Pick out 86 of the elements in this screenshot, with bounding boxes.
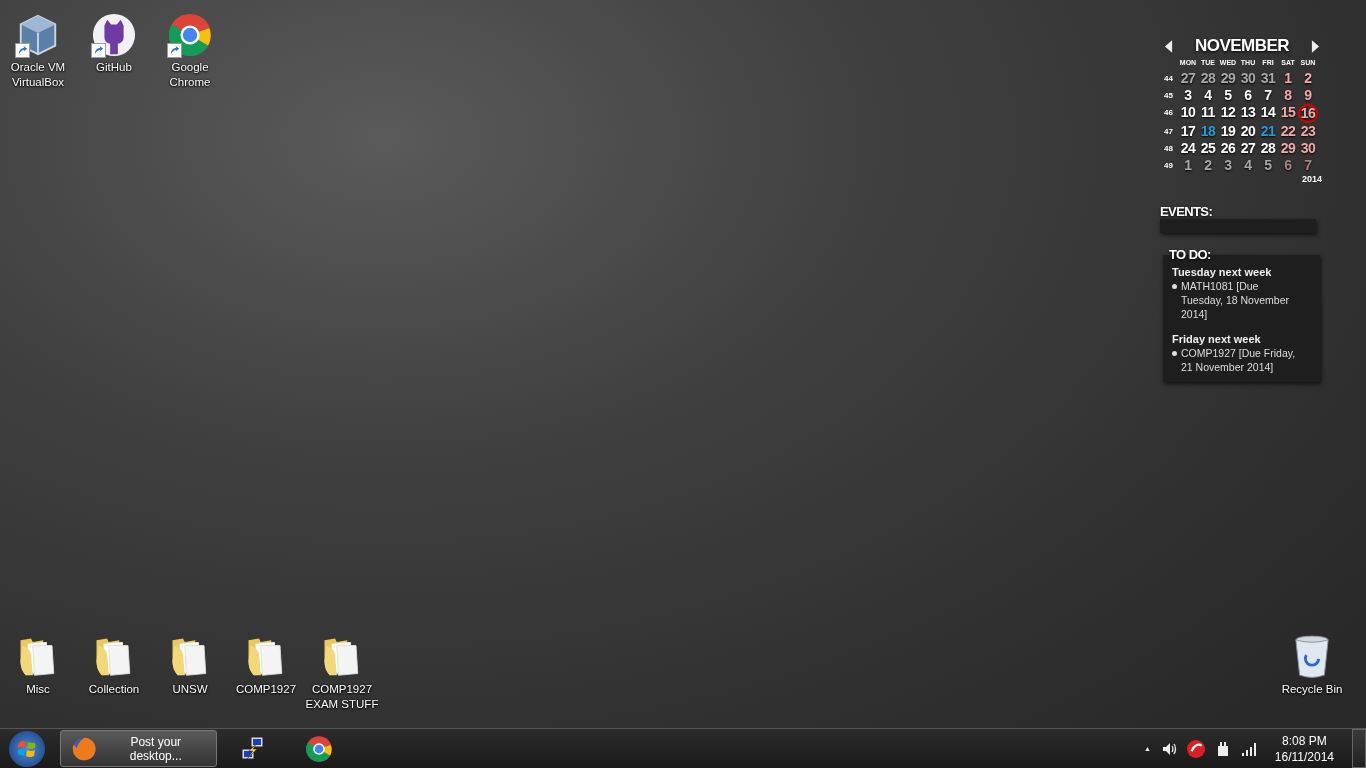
desktop-folder[interactable]: Misc [0, 630, 76, 712]
calendar-day[interactable]: 15 [1278, 104, 1298, 123]
calendar-day[interactable]: 31 [1258, 70, 1278, 87]
calendar-day[interactable]: 6 [1238, 87, 1258, 104]
calendar-day[interactable]: 27 [1178, 70, 1198, 87]
calendar-day[interactable]: 20 [1238, 123, 1258, 140]
calendar-day[interactable]: 23 [1298, 123, 1318, 140]
icon-label: Collection [88, 682, 140, 697]
show-desktop-button[interactable] [1352, 729, 1366, 768]
year-label: 2014 [1301, 174, 1322, 184]
taskbar-button[interactable]: Post your desktop... [60, 730, 217, 767]
calendar-day[interactable]: 28 [1258, 140, 1278, 157]
calendar-day[interactable]: 25 [1198, 140, 1218, 157]
calendar-day[interactable]: 29 [1278, 140, 1298, 157]
desktop-shortcut[interactable]: Oracle VM VirtualBox [0, 8, 76, 90]
icon-label: GitHub [96, 60, 132, 75]
calendar-day[interactable]: 13 [1238, 104, 1258, 123]
todo-heading: Friday next week [1172, 333, 1262, 345]
icon-label: Misc [26, 682, 50, 697]
calendar-day[interactable]: 12 [1218, 104, 1238, 123]
calendar-day[interactable]: 19 [1218, 123, 1238, 140]
calendar-day[interactable]: 10 [1178, 104, 1198, 123]
desktop-shortcut[interactable]: GitHub [76, 8, 152, 90]
windows-logo-icon [9, 730, 45, 767]
calendar-day[interactable]: 14 [1258, 104, 1278, 123]
todo-item: COMP1927 [Due Friday, 21 November 2014] [1181, 346, 1297, 374]
calendar-day[interactable]: 4 [1198, 87, 1218, 104]
signal-bars-icon[interactable] [1240, 740, 1257, 757]
trash-bin-icon [1293, 634, 1331, 680]
calendar-day[interactable]: 26 [1218, 140, 1238, 157]
calendar-day[interactable]: 7 [1258, 87, 1278, 104]
icon-label: Google Chrome [168, 60, 212, 90]
calendar-day[interactable]: 24 [1178, 140, 1198, 157]
calendar-day[interactable]: 3 [1218, 157, 1238, 174]
calendar-day[interactable]: 17 [1178, 123, 1198, 140]
calendar-day[interactable]: 3 [1178, 87, 1198, 104]
todo-item: MATH1081 [Due Tuesday, 18 November 2014] [1181, 279, 1290, 321]
bullet-icon [1172, 351, 1177, 356]
week-number: 47 [1164, 126, 1174, 138]
bullet-icon [1172, 284, 1177, 289]
desktop-folder[interactable]: COMP1927 EXAM STUFF [304, 630, 380, 712]
chrome-icon [305, 734, 333, 763]
icon-label: COMP1927 [235, 682, 297, 697]
week-number: 45 [1164, 90, 1174, 102]
desktop-shortcut[interactable]: Google Chrome [152, 8, 228, 90]
calendar-day[interactable]: 16 [1298, 104, 1318, 123]
events-title: EVENTS: [1160, 204, 1214, 219]
previous-month-icon[interactable] [1164, 39, 1173, 53]
calendar-day[interactable]: 2 [1198, 157, 1218, 174]
next-month-icon[interactable] [1311, 39, 1320, 53]
calendar-day[interactable]: 22 [1278, 123, 1298, 140]
calendar-day[interactable]: 11 [1198, 104, 1218, 123]
icon-label: Oracle VM VirtualBox [9, 60, 67, 90]
calendar-day[interactable]: 9 [1298, 87, 1318, 104]
calendar-day[interactable]: 4 [1238, 157, 1258, 174]
week-number: 49 [1164, 160, 1174, 172]
calendar-day[interactable]: 18 [1198, 123, 1218, 140]
calendar-day[interactable]: 7 [1298, 157, 1318, 174]
recycle-bin[interactable]: Recycle Bin [1274, 630, 1350, 697]
icon-label: COMP1927 EXAM STUFF [304, 682, 380, 712]
calendar-day[interactable]: 29 [1218, 70, 1238, 87]
calendar-day[interactable]: 2 [1298, 70, 1318, 87]
calendar-day[interactable]: 30 [1298, 140, 1318, 157]
desktop-folder[interactable]: Collection [76, 630, 152, 712]
calendar-day[interactable]: 8 [1278, 87, 1298, 104]
week-number: 46 [1164, 107, 1174, 119]
icon-label: Recycle Bin [1281, 682, 1343, 697]
calendar-day[interactable]: 21 [1258, 123, 1278, 140]
swirl-icon[interactable] [1186, 739, 1205, 758]
calendar-day[interactable]: 5 [1218, 87, 1238, 104]
week-number: 44 [1164, 73, 1174, 85]
calendar-day[interactable]: 5 [1258, 157, 1278, 174]
desktop-folder[interactable]: COMP1927 [228, 630, 304, 712]
todo-title: TO DO: [1169, 247, 1212, 262]
week-number: 48 [1164, 143, 1174, 155]
clock[interactable]: 8:08 PM 16/11/2014 [1266, 733, 1338, 764]
calendar-day[interactable]: 27 [1238, 140, 1258, 157]
desktop-folder[interactable]: UNSW [152, 630, 228, 712]
icon-label: UNSW [172, 682, 208, 697]
todo-heading: Tuesday next week [1172, 266, 1273, 278]
calendar-day[interactable]: 30 [1238, 70, 1258, 87]
month-title: NOVEMBER [1194, 36, 1290, 56]
calendar-day[interactable]: 1 [1178, 157, 1198, 174]
calendar-day[interactable]: 6 [1278, 157, 1298, 174]
calendar-day[interactable]: 1 [1278, 70, 1298, 87]
calendar-day[interactable]: 28 [1198, 70, 1218, 87]
